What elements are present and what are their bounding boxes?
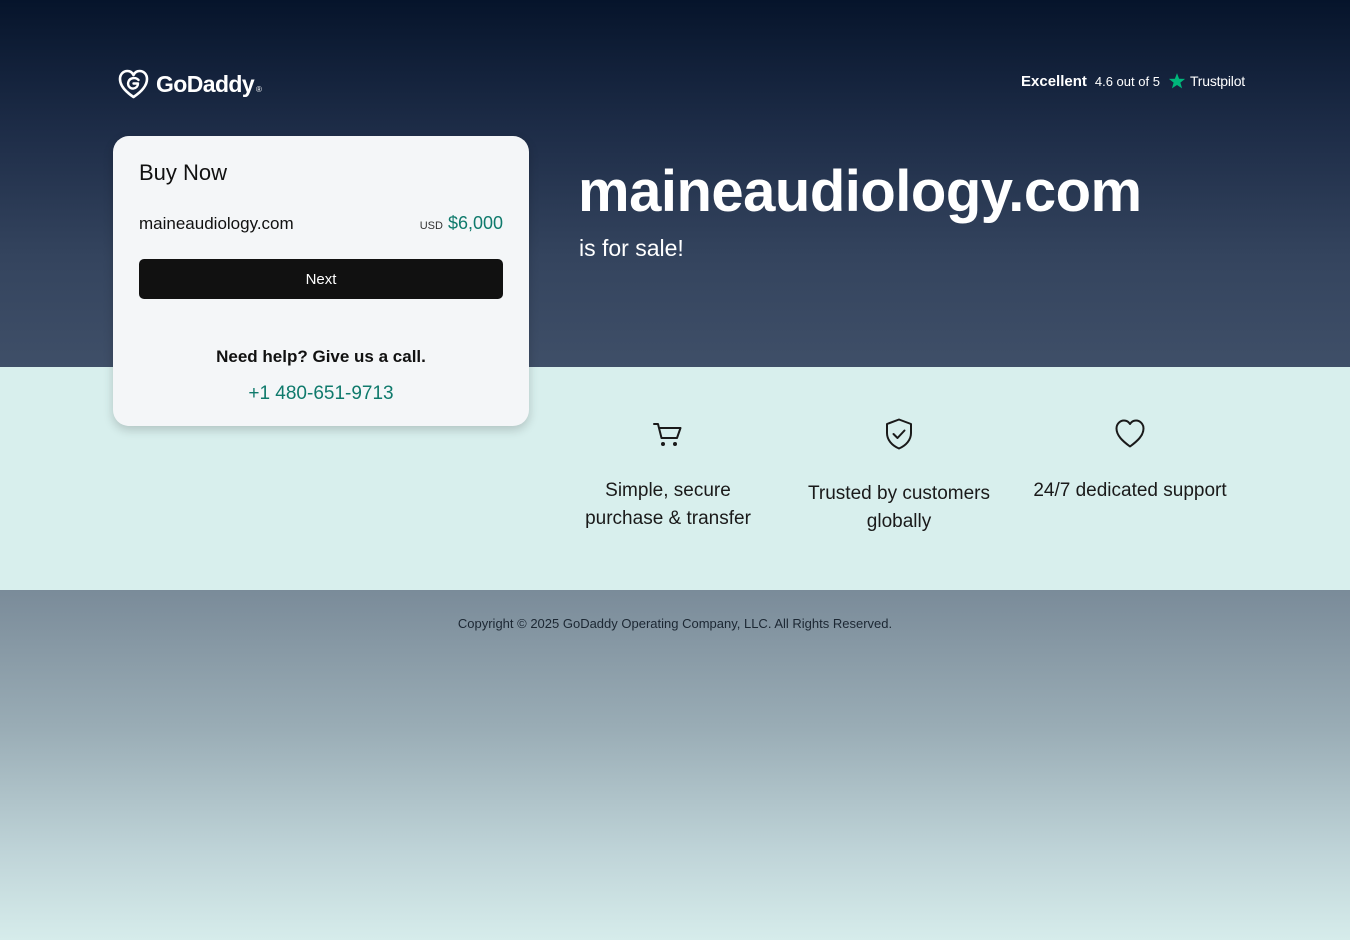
price-currency: USD bbox=[419, 220, 443, 232]
rating-score: 4.6 out of 5 bbox=[1094, 73, 1160, 89]
logo-wordmark: GoDaddy bbox=[156, 70, 255, 97]
feature-trusted: Trusted by customers globally bbox=[784, 417, 1014, 536]
godaddy-logo-icon bbox=[118, 69, 149, 99]
feature-secure-transfer: Simple, secure purchase & transfer bbox=[553, 417, 783, 533]
footer-section bbox=[0, 590, 1350, 940]
shield-check-icon bbox=[886, 418, 912, 450]
trustpilot-brand: Trustpilot bbox=[1189, 73, 1245, 89]
copyright-text: Copyright © 2025 GoDaddy Operating Compa… bbox=[457, 616, 893, 631]
star-icon bbox=[1168, 73, 1186, 89]
logo-trademark: ® bbox=[256, 85, 262, 94]
help-text: Need help? Give us a call. bbox=[216, 347, 426, 366]
feature-text: 24/7 dedicated support bbox=[1033, 480, 1227, 501]
cart-icon bbox=[653, 423, 682, 446]
for-sale-tagline: is for sale! bbox=[579, 235, 684, 261]
card-title: Buy Now bbox=[139, 160, 228, 185]
domain-headline: maineaudiology.com bbox=[578, 159, 1142, 224]
price: USD $6,000 bbox=[420, 213, 503, 234]
buy-now-card: Buy Now maineaudiology.com USD $6,000 Ne… bbox=[113, 136, 529, 426]
trustpilot-rating[interactable]: Excellent 4.6 out of 5 Trustpilot bbox=[1021, 72, 1245, 90]
rating-label: Excellent bbox=[1021, 72, 1087, 90]
heart-icon bbox=[1115, 419, 1145, 448]
feature-support: 24/7 dedicated support bbox=[1015, 417, 1245, 505]
card-domain-name: maineaudiology.com bbox=[139, 214, 294, 233]
price-amount: $6,000 bbox=[447, 213, 503, 233]
page: GoDaddy ® Excellent 4.6 out of 5 Trustpi… bbox=[0, 0, 1350, 940]
feature-text: Trusted by customers globally bbox=[808, 483, 990, 532]
godaddy-logo[interactable]: GoDaddy ® bbox=[117, 68, 262, 100]
feature-text: Simple, secure purchase & transfer bbox=[585, 480, 751, 529]
phone-link[interactable]: +1 480-651-9713 bbox=[113, 383, 529, 405]
next-button[interactable]: Next bbox=[139, 259, 503, 299]
